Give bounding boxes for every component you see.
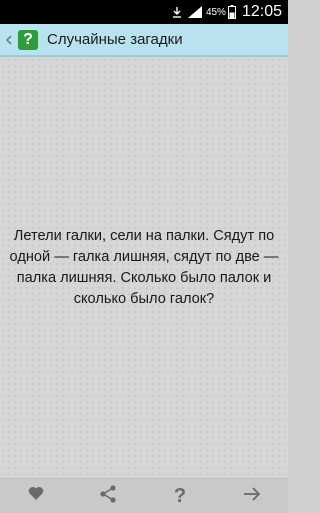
download-icon [172, 6, 182, 18]
next-button[interactable] [232, 481, 272, 511]
clock: 12:05 [241, 3, 282, 20]
question-icon: ? [173, 484, 187, 507]
heart-icon [28, 486, 44, 506]
riddle-text: Летели галки, сели на палки. Сядут по од… [9, 227, 279, 307]
answer-button[interactable]: ? [160, 481, 200, 511]
share-button[interactable] [88, 481, 128, 511]
signal-icon [187, 6, 202, 18]
chevron-left-icon[interactable] [2, 34, 16, 45]
action-bar: ? Случайные загадки [0, 24, 288, 57]
status-bar: 45% 12:05 [0, 0, 288, 24]
battery-icon [227, 5, 236, 19]
favorite-button[interactable] [16, 481, 56, 511]
page-title: Случайные загадки [47, 31, 183, 48]
question-icon[interactable]: ? [18, 29, 38, 50]
battery-percent: 45% [205, 6, 226, 18]
riddle-area: Летели галки, сели на палки. Сядут по од… [0, 57, 288, 478]
bottom-toolbar: ? [0, 478, 288, 513]
share-icon [98, 484, 118, 509]
arrow-right-icon [242, 486, 262, 507]
